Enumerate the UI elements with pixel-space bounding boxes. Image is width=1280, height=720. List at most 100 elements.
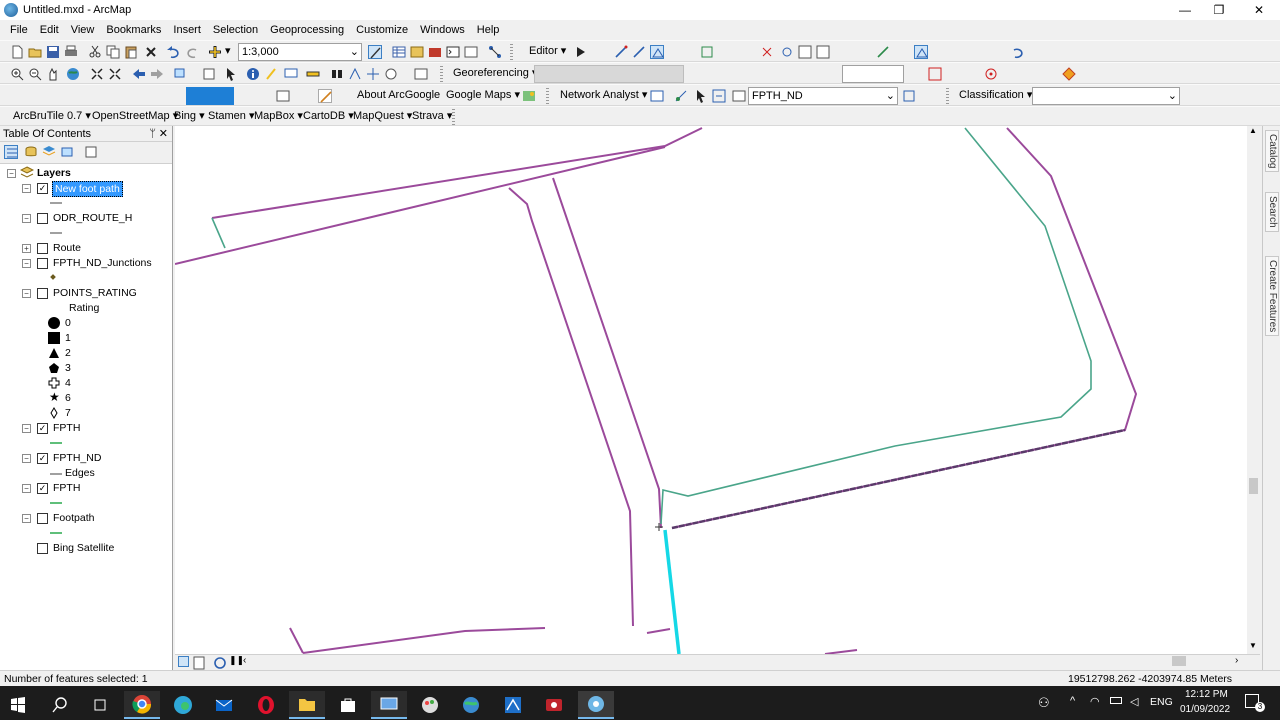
layer-checkbox[interactable]: ✓ [37,183,48,194]
scroll-left-icon[interactable]: ‹ [243,655,246,666]
openstreetmap-menu[interactable]: OpenStreetMap ▾ [89,108,181,126]
language-indicator[interactable]: ENG [1150,696,1173,708]
google-image-icon[interactable] [522,89,536,103]
georeference-layer-select[interactable] [534,65,684,83]
list-by-drawing-order-icon[interactable] [4,145,18,159]
cartodb-menu[interactable]: CartoDB ▾ [300,108,357,126]
edit-tool-icon[interactable] [574,45,588,59]
back-extent-icon[interactable] [132,67,146,81]
classification-layer-select[interactable]: ⌄ [1032,87,1180,105]
list-by-visibility-icon[interactable] [42,145,56,159]
layer-checkbox[interactable] [37,288,48,299]
recorder-icon[interactable] [536,691,572,719]
store-icon[interactable] [330,691,366,719]
menu-file[interactable]: File [4,20,34,40]
layer-checkbox[interactable]: ✓ [37,483,48,494]
select-move-location-icon[interactable] [694,89,708,103]
opera-icon[interactable] [248,691,284,719]
arcbrutile-menu[interactable]: ArcBruTile 0.7 ▾ [10,108,94,126]
point-symbol-icon[interactable] [1062,67,1076,81]
create-network-location-icon[interactable] [674,89,688,103]
layer-fpth-nd-junctions[interactable]: FPTH_ND_Junctions [53,257,152,269]
collapse-toggle[interactable]: − [22,454,31,463]
reshape-icon[interactable] [914,45,928,59]
chevron-up-icon[interactable]: ^ [1070,695,1075,707]
toolbar-grip[interactable] [452,109,455,125]
delete-icon[interactable] [144,45,158,59]
draw-line-icon[interactable] [876,45,890,59]
find-route-icon[interactable] [348,67,362,81]
rotate-icon[interactable] [780,45,794,59]
collapse-toggle[interactable]: − [22,484,31,493]
layer-fpth[interactable]: FPTH [53,422,80,434]
maximize-button[interactable]: ❐ [1200,0,1238,20]
measure-icon[interactable] [306,67,320,81]
fixed-zoom-out-icon[interactable] [108,67,122,81]
clock-date[interactable]: 01/09/2022 [1180,704,1230,715]
people-icon[interactable]: ⚇ [1038,695,1050,711]
forward-extent-icon[interactable] [150,67,164,81]
edge-icon[interactable] [165,691,201,719]
full-extent-icon[interactable] [66,67,80,81]
refresh-icon[interactable] [213,656,226,669]
search-icon[interactable] [42,691,78,719]
pin-icon[interactable]: ᛘ [149,126,156,142]
catalog-tab[interactable]: Catalog [1265,130,1279,173]
layout-icon[interactable] [276,89,290,103]
map-canvas[interactable] [174,126,1247,655]
save-icon[interactable] [46,45,60,59]
copy-icon[interactable] [106,45,120,59]
start-icon[interactable] [0,691,36,719]
topology-icon[interactable] [700,45,714,59]
fixed-zoom-in-icon[interactable] [90,67,104,81]
open-folder-icon[interactable] [28,45,42,59]
html-popup-icon[interactable] [284,67,298,81]
add-data-icon[interactable] [208,45,222,59]
select-features-icon[interactable] [174,67,188,81]
target-icon[interactable] [984,67,998,81]
network-analyst-menu[interactable]: Network Analyst ▾ [557,87,650,105]
layer-points-rating[interactable]: POINTS_RATING [53,287,137,299]
scale-input[interactable]: 1:3,000 ⌄ [238,43,362,61]
layer-checkbox[interactable] [37,243,48,254]
cut-icon[interactable] [88,45,102,59]
color-swatch[interactable] [186,87,234,105]
build-icon[interactable] [902,89,916,103]
undo-edit-icon[interactable] [1010,45,1024,59]
table-icon[interactable] [392,45,406,59]
layer-bing-satellite[interactable]: Bing Satellite [53,542,114,554]
edit-vertices-icon[interactable] [650,45,664,59]
find-icon[interactable] [330,67,344,81]
network-tool-icon[interactable] [488,45,502,59]
strava-menu[interactable]: Strava ▾ [409,108,455,126]
collapse-toggle[interactable]: − [22,289,31,298]
arctoolbox-icon[interactable] [428,45,442,59]
undo-icon[interactable] [166,45,180,59]
clear-selection-icon[interactable] [202,67,216,81]
data-view-icon[interactable] [178,656,189,667]
menu-windows[interactable]: Windows [414,20,471,40]
layer-checkbox[interactable]: ✓ [37,453,48,464]
chrome-icon[interactable] [124,691,160,719]
georeferencing-menu[interactable]: Georeferencing ▾ [450,65,540,83]
build-network-icon[interactable] [732,89,746,103]
trace-icon[interactable] [632,45,646,59]
menu-geoprocessing[interactable]: Geoprocessing [264,20,350,40]
collapse-toggle[interactable]: − [22,184,31,193]
menu-bookmarks[interactable]: Bookmarks [100,20,167,40]
collapse-toggle[interactable]: − [22,214,31,223]
layer-new-foot-path[interactable]: New foot path [52,181,123,197]
menu-selection[interactable]: Selection [207,20,264,40]
wifi-icon[interactable]: ◠ [1090,695,1100,708]
clock-time[interactable]: 12:12 PM [1185,689,1228,700]
horizontal-scroll-thumb[interactable] [1172,656,1186,666]
model-builder-icon[interactable] [464,45,478,59]
sketch-properties-icon[interactable] [816,45,830,59]
collapse-toggle[interactable]: − [22,514,31,523]
toolbar-grip[interactable] [440,66,443,82]
toc-close-button[interactable]: ✕ [159,126,168,142]
toolbar-grip[interactable] [546,88,549,104]
edit-coordinates-icon[interactable] [318,89,332,103]
globe-icon[interactable] [453,691,489,719]
collapse-toggle[interactable]: − [22,424,31,433]
